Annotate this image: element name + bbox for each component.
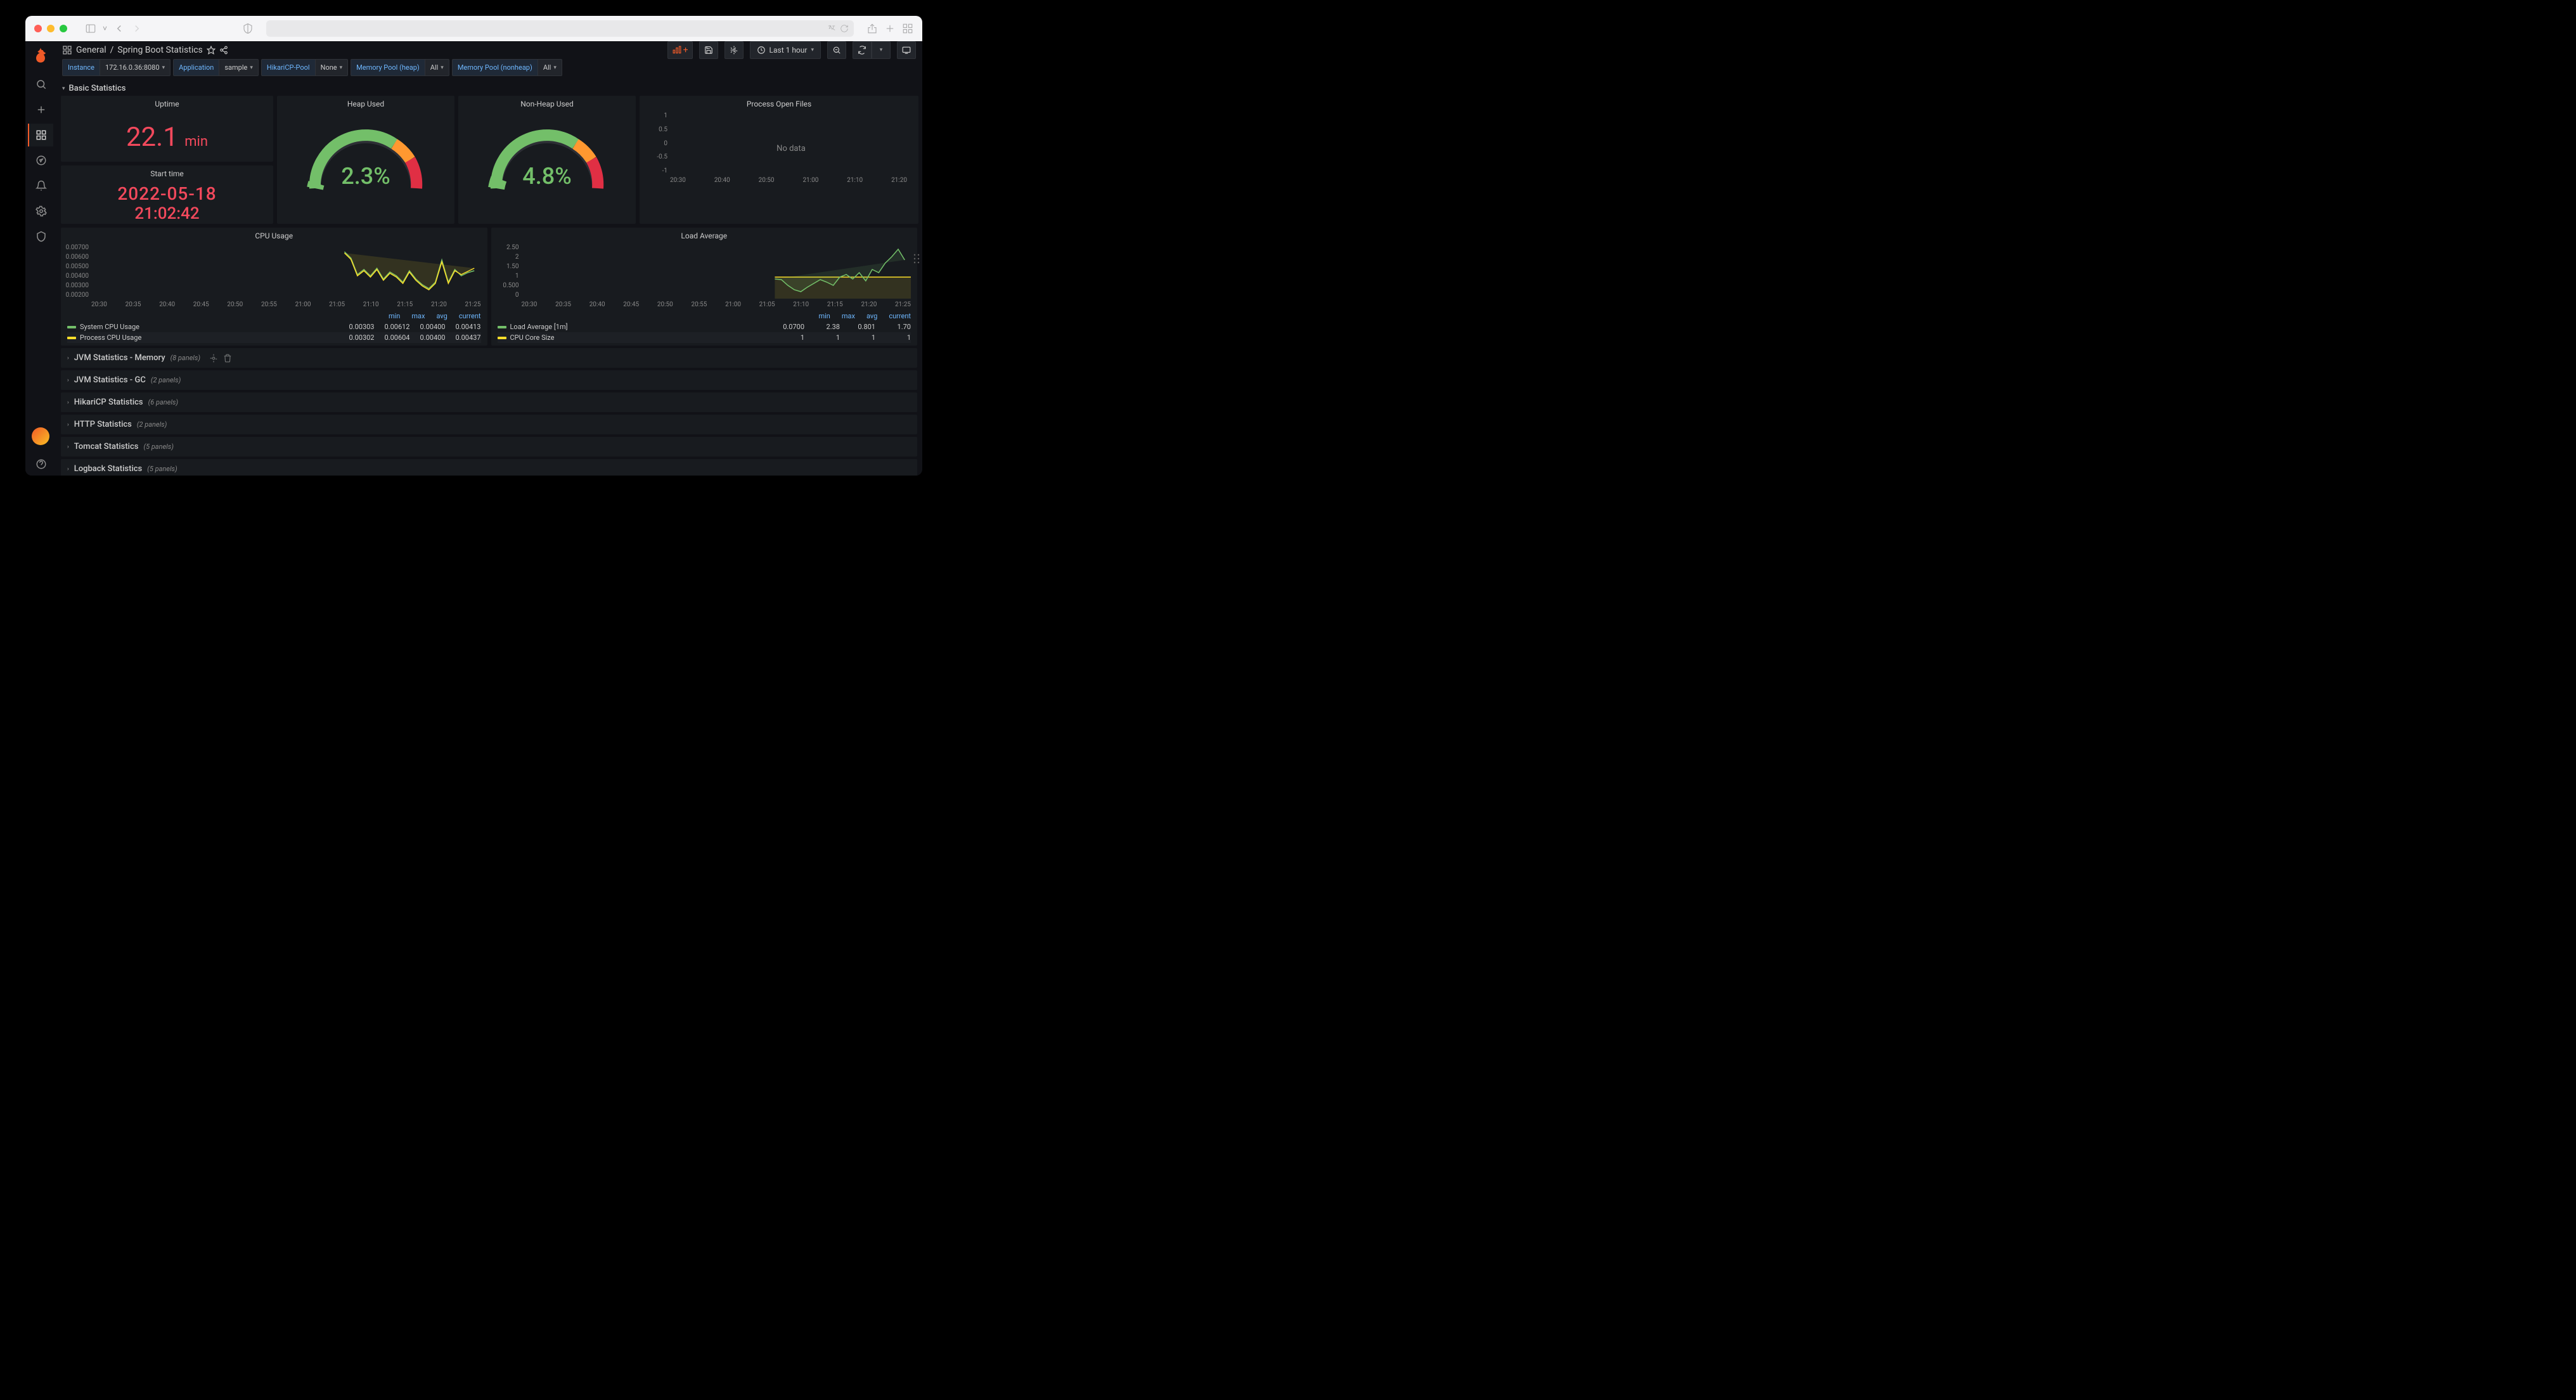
share-dashboard-icon[interactable]	[219, 46, 228, 55]
filter-mempool-heap[interactable]: All▾	[425, 59, 449, 76]
translate-icon[interactable]	[827, 24, 836, 33]
template-filters: Instance172.16.0.36:8080▾ Applicationsam…	[56, 59, 922, 81]
filter-mempool-nonheap-label: Memory Pool (nonheap)	[452, 59, 538, 76]
dashboard-icon	[62, 45, 72, 55]
new-tab-icon[interactable]	[884, 23, 896, 34]
share-icon[interactable]	[866, 23, 878, 34]
collapsed-section[interactable]: ›JVM Statistics - GC(2 panels)	[61, 370, 917, 390]
legend-row[interactable]: CPU Core Size1111	[498, 332, 911, 343]
legend-row[interactable]: Process CPU Usage0.003020.006040.004000.…	[67, 332, 481, 343]
alerts-icon[interactable]	[28, 174, 53, 197]
panel-open-files[interactable]: Process Open Files 10.50-0.5-1 No data 2…	[640, 96, 918, 224]
filter-instance-label: Instance	[62, 59, 100, 76]
filter-application[interactable]: sample▾	[219, 59, 259, 76]
collapsed-section[interactable]: ›JVM Statistics - Memory(8 panels)	[61, 348, 917, 368]
explore-icon[interactable]	[28, 149, 53, 172]
maximize-window[interactable]	[60, 25, 67, 32]
refresh-interval[interactable]: ▾	[872, 41, 891, 59]
back-icon[interactable]	[113, 23, 125, 34]
filter-mempool-nonheap[interactable]: All▾	[538, 59, 562, 76]
trash-icon[interactable]	[223, 354, 232, 363]
time-picker[interactable]: Last 1 hour▾	[750, 41, 821, 59]
forward-icon[interactable]	[131, 23, 143, 34]
zoom-out-button[interactable]	[827, 41, 846, 59]
cycle-view-button[interactable]	[897, 41, 916, 59]
collapsed-section[interactable]: ›HTTP Statistics(2 panels)	[61, 415, 917, 434]
refresh-button[interactable]	[853, 41, 872, 59]
nav-sidebar	[25, 41, 56, 476]
minimize-window[interactable]	[47, 25, 55, 32]
collapsed-section[interactable]: ›Logback Statistics(5 panels)	[61, 459, 917, 476]
dashboards-icon[interactable]	[28, 124, 53, 146]
cpu-chart	[91, 244, 481, 299]
load-chart	[522, 244, 911, 299]
nav-sep: ˅	[103, 24, 107, 33]
save-button[interactable]	[699, 41, 718, 59]
panel-heap-used[interactable]: Heap Used 2.3%	[277, 96, 454, 224]
panel-uptime[interactable]: Uptime 22.1 min	[61, 96, 273, 162]
filter-mempool-heap-label: Memory Pool (heap)	[351, 59, 425, 76]
config-icon[interactable]	[28, 200, 53, 223]
gear-icon[interactable]	[209, 354, 218, 363]
search-icon[interactable]	[28, 73, 53, 96]
legend-row[interactable]: Load Average [1m]0.07002.380.8011.70	[498, 321, 911, 332]
browser-chrome: ˅	[25, 16, 922, 41]
filter-instance[interactable]: 172.16.0.36:8080▾	[100, 59, 171, 76]
tabs-icon[interactable]	[902, 23, 913, 34]
user-avatar[interactable]	[32, 427, 49, 445]
panel-load-average[interactable]: Load Average 2.5021.5010.5000 20:3020:35…	[491, 228, 918, 346]
plus-icon[interactable]	[28, 98, 53, 121]
collapsed-section[interactable]: ›Tomcat Statistics(5 panels)	[61, 437, 917, 457]
panel-cpu-usage[interactable]: CPU Usage 0.007000.006000.005000.004000.…	[61, 228, 487, 346]
help-icon[interactable]	[28, 453, 53, 476]
breadcrumb: General / Spring Boot Statistics	[62, 45, 228, 55]
page-title[interactable]: Spring Boot Statistics	[117, 45, 202, 55]
section-basic-statistics[interactable]: ▾Basic Statistics	[56, 81, 922, 96]
shield-icon[interactable]	[242, 23, 254, 34]
server-admin-icon[interactable]	[28, 225, 53, 248]
filter-hikaricp-label: HikariCP-Pool	[261, 59, 316, 76]
collapsed-section[interactable]: ›HikariCP Statistics(6 panels)	[61, 392, 917, 412]
star-icon[interactable]	[207, 46, 216, 55]
filter-application-label: Application	[173, 59, 219, 76]
url-bar[interactable]	[266, 20, 854, 37]
reload-icon[interactable]	[840, 24, 849, 33]
panel-nonheap-used[interactable]: Non-Heap Used 4.8%	[458, 96, 636, 224]
panel-starttime[interactable]: Start time 2022-05-1821:02:42	[61, 165, 273, 224]
close-window[interactable]	[34, 25, 42, 32]
sidebar-toggle-icon[interactable]	[85, 23, 96, 34]
drag-handle-icon[interactable]	[913, 254, 920, 264]
add-panel-button[interactable]: +	[667, 41, 693, 59]
filter-hikaricp[interactable]: None▾	[316, 59, 349, 76]
legend-row[interactable]: System CPU Usage0.003030.006120.004000.0…	[67, 321, 481, 332]
folder-link[interactable]: General	[76, 45, 106, 55]
grafana-logo[interactable]	[32, 46, 49, 64]
settings-button[interactable]	[724, 41, 744, 59]
